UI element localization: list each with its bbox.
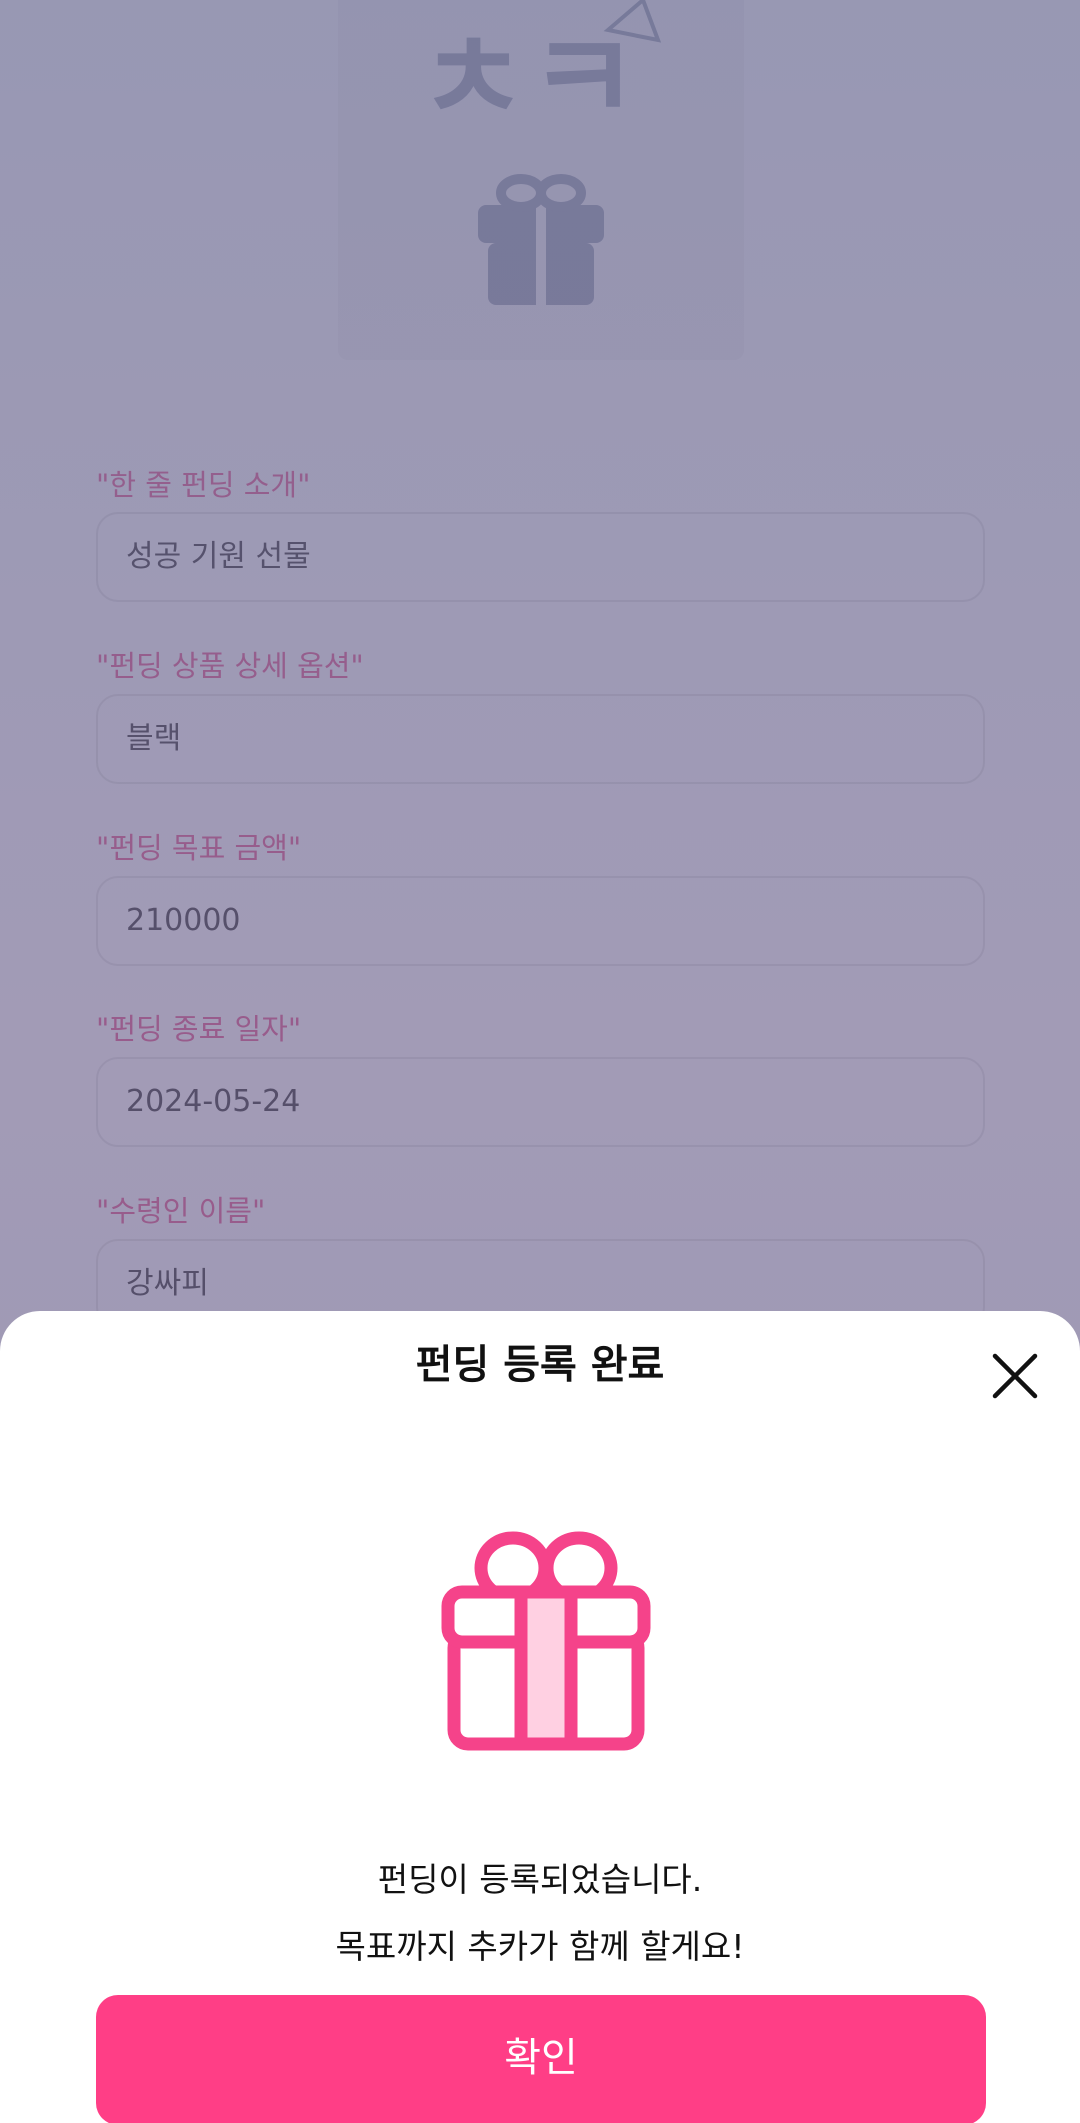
end-date-label: "펀딩 종료 일자" [96, 1012, 302, 1046]
option-label: "펀딩 상품 상세 옵션" [96, 649, 364, 683]
page: ㅊㅋ "한 줄 펀딩 소개" 성공 기원 선물 "펀딩 상품 상세 옵션" 블랙… [0, 0, 1080, 2123]
gift-icon-small [478, 174, 604, 305]
intro-label: "한 줄 펀딩 소개" [96, 468, 311, 502]
gift-icon [441, 1531, 651, 1751]
confirm-button[interactable]: 확인 [96, 1995, 986, 2123]
success-message-line2: 목표까지 추카가 함께 할게요! [335, 1927, 745, 1966]
sheet-title: 펀딩 등록 완료 [415, 1342, 665, 1388]
goal-amount-label: "펀딩 목표 금액" [96, 831, 302, 865]
close-button[interactable] [990, 1351, 1040, 1401]
gift-illustration [441, 1524, 651, 1758]
thumbnail-art: ㅊㅋ [418, 0, 662, 305]
option-input[interactable]: 블랙 [96, 694, 985, 784]
end-date-input[interactable]: 2024-05-24 [96, 1057, 985, 1147]
completion-sheet: 펀딩 등록 완료 펀딩이 등록되었습니다. 목표까지 추카가 함께 할게요! 확… [0, 1311, 1080, 2123]
funding-thumbnail: ㅊㅋ [338, 0, 744, 360]
success-message-line1: 펀딩이 등록되었습니다. [377, 1860, 703, 1899]
goal-amount-input[interactable]: 210000 [96, 876, 985, 966]
close-icon [992, 1353, 1038, 1399]
intro-input[interactable]: 성공 기원 선물 [96, 512, 985, 602]
recipient-label: "수령인 이름" [96, 1194, 266, 1228]
